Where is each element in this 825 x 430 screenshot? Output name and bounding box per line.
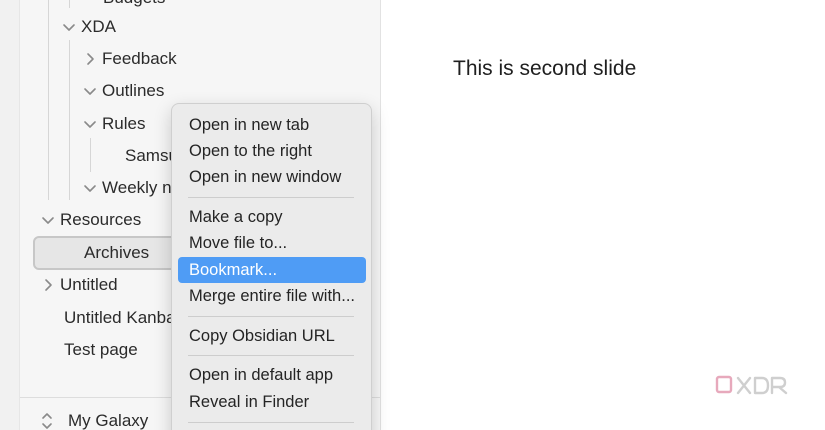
sidebar-item-label: Weekly n: [102, 178, 172, 197]
menu-item-merge-file[interactable]: Merge entire file with...: [178, 283, 366, 309]
context-menu: Open in new tab Open to the right Open i…: [171, 103, 372, 430]
menu-item-open-new-tab[interactable]: Open in new tab: [178, 112, 366, 138]
chevron-down-icon[interactable]: [81, 115, 99, 133]
menu-item-make-copy[interactable]: Make a copy: [178, 204, 366, 230]
sidebar-item-samsung[interactable]: Samsu: [125, 143, 178, 169]
sidebar-item-test-page[interactable]: Test page: [64, 337, 138, 363]
chevron-down-icon[interactable]: [81, 82, 99, 100]
editor-pane[interactable]: This is second slide: [381, 0, 825, 430]
tree-guide-line: [90, 138, 91, 172]
tree-guide-line: [69, 0, 70, 8]
sidebar-item-label: Budgets: [103, 0, 165, 8]
menu-separator: [188, 197, 354, 198]
sidebar-item-untitled[interactable]: Untitled: [39, 272, 118, 298]
sidebar-item-untitled-kanban[interactable]: Untitled Kanba: [64, 305, 176, 331]
chevron-right-icon[interactable]: [81, 50, 99, 68]
menu-item-open-new-window[interactable]: Open in new window: [178, 164, 366, 190]
sidebar-item-label: Samsu: [125, 146, 178, 165]
sidebar-item-label: Untitled Kanba: [64, 308, 176, 327]
sidebar-item-label: Archives: [84, 243, 150, 262]
menu-item-open-to-right[interactable]: Open to the right: [178, 138, 366, 164]
sidebar-item-outlines[interactable]: Outlines: [81, 78, 164, 104]
tree-guide-line: [48, 0, 49, 200]
tree-guide-line: [69, 40, 70, 200]
vault-name: My Galaxy: [68, 411, 149, 430]
sidebar-item-budgets[interactable]: Budgets: [103, 0, 165, 11]
chevron-right-icon[interactable]: [39, 276, 57, 294]
sidebar-item-label: Rules: [102, 114, 146, 133]
chevron-down-icon[interactable]: [60, 18, 78, 36]
sidebar-item-xda[interactable]: XDA: [60, 14, 116, 40]
obsidian-window: Budgets XDA Feedback Outlines: [0, 0, 825, 430]
chevron-down-icon[interactable]: [81, 179, 99, 197]
menu-item-bookmark[interactable]: Bookmark...: [178, 257, 366, 283]
sidebar-item-label: Feedback: [102, 49, 177, 68]
sidebar-item-resources[interactable]: Resources: [39, 207, 141, 233]
xda-logo: [714, 372, 794, 400]
menu-separator: [188, 316, 354, 317]
menu-item-open-default-app[interactable]: Open in default app: [178, 362, 366, 388]
sidebar-ribbon: [0, 0, 20, 430]
sidebar-item-label: XDA: [81, 17, 116, 36]
menu-separator: [188, 355, 354, 356]
chevron-up-down-icon: [38, 410, 56, 430]
menu-item-reveal-finder[interactable]: Reveal in Finder: [178, 389, 366, 415]
sidebar-item-label: Outlines: [102, 81, 165, 100]
sidebar-item-feedback[interactable]: Feedback: [81, 46, 177, 72]
sidebar-item-label: Test page: [64, 340, 138, 359]
vault-switcher[interactable]: My Galaxy: [38, 410, 148, 430]
note-content[interactable]: This is second slide: [453, 57, 636, 81]
sidebar-item-label: Resources: [60, 210, 142, 229]
sidebar-item-rules[interactable]: Rules: [81, 111, 145, 137]
chevron-down-icon[interactable]: [39, 211, 57, 229]
sidebar-item-label: Untitled: [60, 275, 118, 294]
sidebar-item-weekly[interactable]: Weekly n: [81, 175, 172, 201]
menu-item-copy-obsidian-url[interactable]: Copy Obsidian URL: [178, 323, 366, 349]
menu-separator: [188, 422, 354, 423]
menu-item-move-file[interactable]: Move file to...: [178, 230, 366, 256]
